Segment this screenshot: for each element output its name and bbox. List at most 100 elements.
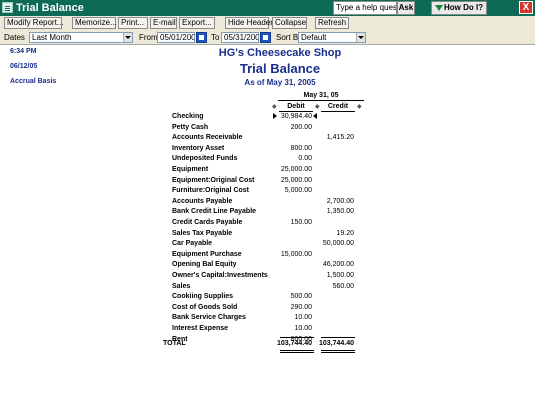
table-row[interactable]: Cookiing Supplies 500.00	[0, 291, 535, 302]
account-name: Credit Cards Payable	[172, 219, 243, 226]
sort-by-value: Default	[301, 33, 327, 42]
account-name: Checking	[172, 113, 204, 120]
account-name: Furniture:Original Cost	[172, 187, 249, 195]
credit-amount: 1,350.00	[326, 208, 354, 216]
table-row[interactable]: Car Payable 50,000.00	[0, 238, 535, 249]
calendar-icon[interactable]	[196, 32, 207, 43]
table-row[interactable]: Equipment Purchase 15,000.00	[0, 249, 535, 260]
credit-amount: 1,500.00	[326, 272, 354, 279]
table-row[interactable]: Undeposited Funds 0.00	[0, 153, 535, 164]
account-name: Petty Cash	[172, 123, 209, 131]
print-button[interactable]: Print...	[118, 17, 148, 29]
debit-amount: 25,000.00	[280, 176, 312, 184]
email-button[interactable]: E-mail	[150, 17, 177, 29]
account-name: Owner's Capital:Investments	[172, 272, 268, 279]
debit-amount: 800.00	[290, 144, 312, 152]
how-do-i-button[interactable]: How Do I?	[431, 1, 487, 15]
account-name: Bank Service Charges	[172, 314, 246, 322]
total-credit: 103,744.40	[318, 340, 354, 347]
table-row[interactable]: Furniture:Original Cost 5,000.00	[0, 185, 535, 196]
table-row[interactable]: Owner's Capital:Investments 1,500.00	[0, 270, 535, 281]
dates-value: Last Month	[32, 33, 72, 42]
modify-report-button[interactable]: Modify Report...	[4, 17, 63, 29]
debit-amount: 500.00	[290, 293, 312, 301]
close-icon[interactable]: X	[519, 1, 533, 14]
total-label: TOTAL	[163, 340, 186, 347]
table-row[interactable]: Accounts Receivable 1,415.20	[0, 132, 535, 143]
from-date-input[interactable]: 05/01/2005	[157, 32, 195, 43]
report-subtitle: As of May 31, 2005	[244, 78, 316, 87]
debit-subtotal-line	[280, 337, 314, 338]
debit-amount: 30,984.40	[280, 113, 312, 120]
table-row[interactable]: Opening Bal Equity 46,200.00	[0, 259, 535, 270]
table-row[interactable]: Rent 800.00	[0, 334, 535, 345]
credit-subtotal-line	[321, 337, 355, 338]
account-name: Interest Expense	[172, 325, 229, 332]
credit-total-double-line	[321, 350, 355, 351]
account-name: Sales Tax Payable	[172, 229, 233, 237]
refresh-button[interactable]: Refresh	[315, 17, 349, 29]
window-titlebar: Trial Balance Type a help question Ask H…	[0, 0, 535, 16]
table-row[interactable]: Petty Cash 200.00	[0, 122, 535, 133]
calendar-icon[interactable]	[260, 32, 271, 43]
debit-header: Debit	[287, 103, 305, 110]
report-window-icon	[2, 2, 13, 13]
window-title: Trial Balance	[16, 2, 84, 14]
account-name: Bank Credit Line Payable	[172, 208, 257, 216]
ask-button[interactable]: Ask	[397, 1, 415, 15]
chevron-down-icon	[435, 5, 443, 11]
hide-header-button[interactable]: Hide Header	[225, 17, 273, 29]
debit-total-double-line	[280, 350, 314, 351]
selection-left-arrow-icon	[273, 113, 277, 119]
credit-header: Credit	[327, 103, 349, 110]
account-name: Accounts Payable	[172, 197, 233, 205]
debit-amount: 5,000.00	[284, 187, 312, 195]
table-row[interactable]: Equipment:Original Cost 25,000.00	[0, 175, 535, 186]
memorize-button[interactable]: Memorize...	[72, 17, 117, 29]
report-toolbar: Modify Report... Memorize... Print... E-…	[0, 16, 535, 31]
report-time: 6:34 PM	[10, 48, 37, 55]
report-date: 06/12/05	[10, 63, 38, 70]
table-row[interactable]: Checking 30,984.40	[0, 111, 535, 122]
account-name: Cost of Goods Sold	[172, 303, 238, 311]
table-row[interactable]: Credit Cards Payable 150.00	[0, 217, 535, 228]
credit-amount: 46,200.00	[322, 261, 354, 269]
credit-amount: 19.20	[336, 229, 354, 237]
account-name: Equipment:Original Cost	[172, 176, 255, 184]
report-title: Trial Balance	[239, 61, 321, 76]
table-row[interactable]: Sales Tax Payable 19.20	[0, 228, 535, 239]
table-row[interactable]: Sales 560.00	[0, 281, 535, 292]
table-row[interactable]: Inventory Asset 800.00	[0, 143, 535, 154]
export-button[interactable]: Export...	[179, 17, 215, 29]
account-name: Equipment Purchase	[172, 250, 242, 258]
table-row[interactable]: Bank Credit Line Payable 1,350.00	[0, 206, 535, 217]
column-resize-diamond[interactable]: ◆	[357, 103, 362, 111]
debit-amount: 290.00	[290, 303, 312, 311]
chevron-down-icon[interactable]	[123, 33, 132, 42]
table-row[interactable]: Accounts Payable 2,700.00	[0, 196, 535, 207]
help-question-input[interactable]: Type a help question	[333, 1, 397, 15]
table-row[interactable]: Bank Service Charges 10.00	[0, 312, 535, 323]
table-row[interactable]: Interest Expense 10.00	[0, 323, 535, 334]
account-name: Accounts Receivable	[172, 134, 243, 142]
filter-bar: Dates Last Month From 05/01/2005 To 05/3…	[0, 31, 535, 45]
sort-by-select[interactable]: Default	[298, 32, 366, 43]
debit-amount: 0.00	[298, 155, 312, 163]
to-label: To	[211, 33, 220, 42]
table-row[interactable]: Cost of Goods Sold 290.00	[0, 302, 535, 313]
column-resize-diamond[interactable]: ◆	[315, 103, 320, 111]
column-resize-diamond[interactable]: ◆	[272, 103, 277, 111]
account-name: Sales	[172, 282, 191, 290]
debit-amount: 10.00	[294, 314, 312, 322]
collapse-button[interactable]: Collapse	[272, 17, 307, 29]
debit-amount: 150.00	[290, 219, 312, 226]
total-debit: 103,744.40	[276, 340, 312, 347]
selection-right-arrow-icon	[313, 113, 317, 119]
dates-select[interactable]: Last Month	[29, 32, 133, 43]
chevron-down-icon[interactable]	[356, 33, 365, 42]
account-name: Cookiing Supplies	[172, 293, 234, 301]
account-name: Opening Bal Equity	[172, 261, 237, 269]
to-date-input[interactable]: 05/31/2005	[221, 32, 259, 43]
report-basis: Accrual Basis	[10, 78, 57, 85]
table-row[interactable]: Equipment 25,000.00	[0, 164, 535, 175]
